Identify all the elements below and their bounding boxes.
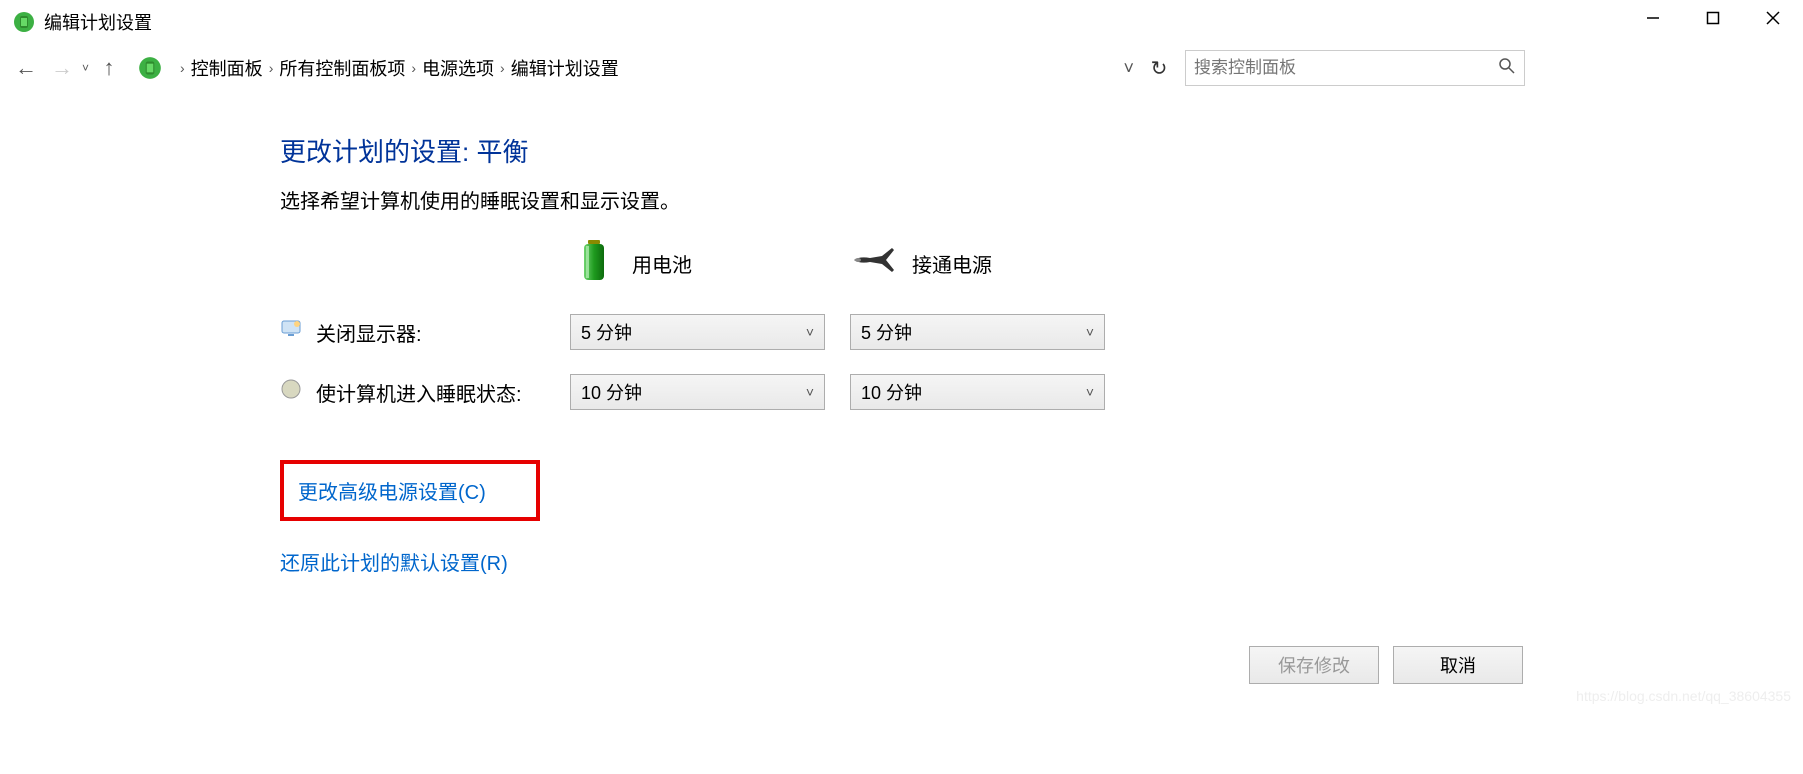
sleep-battery-select[interactable]: 10 分钟 ˅ [570,374,825,410]
column-header-plugged: 接通电源 [850,236,1130,290]
settings-grid: 用电池 接通电源 关闭显示器: 5 分钟 ˅ 5 分钟 ˅ [280,236,1803,410]
chevron-down-icon: ˅ [806,384,814,400]
column-header-battery-label: 用电池 [632,249,692,278]
search-box[interactable] [1185,50,1525,86]
restore-defaults-link[interactable]: 还原此计划的默认设置(R) [280,553,508,575]
maximize-button[interactable] [1683,0,1743,36]
breadcrumb-item[interactable]: 控制面板 [191,55,263,81]
refresh-button[interactable]: ↻ [1143,50,1175,86]
display-plugged-select[interactable]: 5 分钟 ˅ [850,314,1105,350]
window-title: 编辑计划设置 [44,9,152,35]
moon-icon [280,378,302,406]
breadcrumb-item[interactable]: 所有控制面板项 [279,55,405,81]
row-sleep-label: 使计算机进入睡眠状态: [280,378,570,407]
battery-icon [570,236,618,290]
save-button[interactable]: 保存修改 [1249,646,1379,684]
monitor-icon [280,318,302,346]
window-controls [1623,0,1803,36]
chevron-down-icon: ˅ [1086,324,1094,340]
sleep-plugged-select[interactable]: 10 分钟 ˅ [850,374,1105,410]
advanced-settings-highlight: 更改高级电源设置(C) [280,460,540,521]
display-battery-select[interactable]: 5 分钟 ˅ [570,314,825,350]
chevron-down-icon: ˅ [1086,384,1094,400]
page-description: 选择希望计算机使用的睡眠设置和显示设置。 [280,185,1803,214]
app-icon [12,10,36,34]
plug-icon [850,236,898,290]
close-button[interactable] [1743,0,1803,36]
footer-buttons: 保存修改 取消 [1249,646,1523,684]
location-icon [137,55,163,81]
chevron-right-icon: › [180,60,185,76]
column-header-plugged-label: 接通电源 [912,249,992,278]
minimize-button[interactable] [1623,0,1683,36]
up-button[interactable]: ↑ [93,52,125,84]
chevron-down-icon: ˅ [806,324,814,340]
chevron-right-icon: › [500,60,505,76]
links-section: 更改高级电源设置(C) 还原此计划的默认设置(R) [280,460,1803,576]
navbar: ← → ˅ ↑ › 控制面板 › 所有控制面板项 › 电源选项 › 编辑计划设置… [0,44,1803,92]
chevron-right-icon: › [411,60,416,76]
search-icon[interactable] [1498,57,1516,80]
watermark: https://blog.csdn.net/qq_38604355 [1576,688,1791,704]
column-header-battery: 用电池 [570,236,850,290]
search-input[interactable] [1194,58,1498,78]
chevron-right-icon: › [269,60,274,76]
forward-button[interactable]: → [46,52,78,84]
chevron-down-icon[interactable]: ˅ [1124,58,1135,79]
page-title: 更改计划的设置: 平衡 [280,132,1803,169]
breadcrumb[interactable]: › 控制面板 › 所有控制面板项 › 电源选项 › 编辑计划设置 ˅ [169,50,1139,86]
row-display-label: 关闭显示器: [280,318,570,347]
advanced-settings-link[interactable]: 更改高级电源设置(C) [298,482,486,504]
breadcrumb-item[interactable]: 电源选项 [422,55,494,81]
breadcrumb-item[interactable]: 编辑计划设置 [511,55,619,81]
recent-dropdown-icon[interactable]: ˅ [82,61,89,75]
content: 更改计划的设置: 平衡 选择希望计算机使用的睡眠设置和显示设置。 用电池 [0,92,1803,576]
titlebar: 编辑计划设置 [0,0,1803,44]
back-button[interactable]: ← [10,52,42,84]
cancel-button[interactable]: 取消 [1393,646,1523,684]
